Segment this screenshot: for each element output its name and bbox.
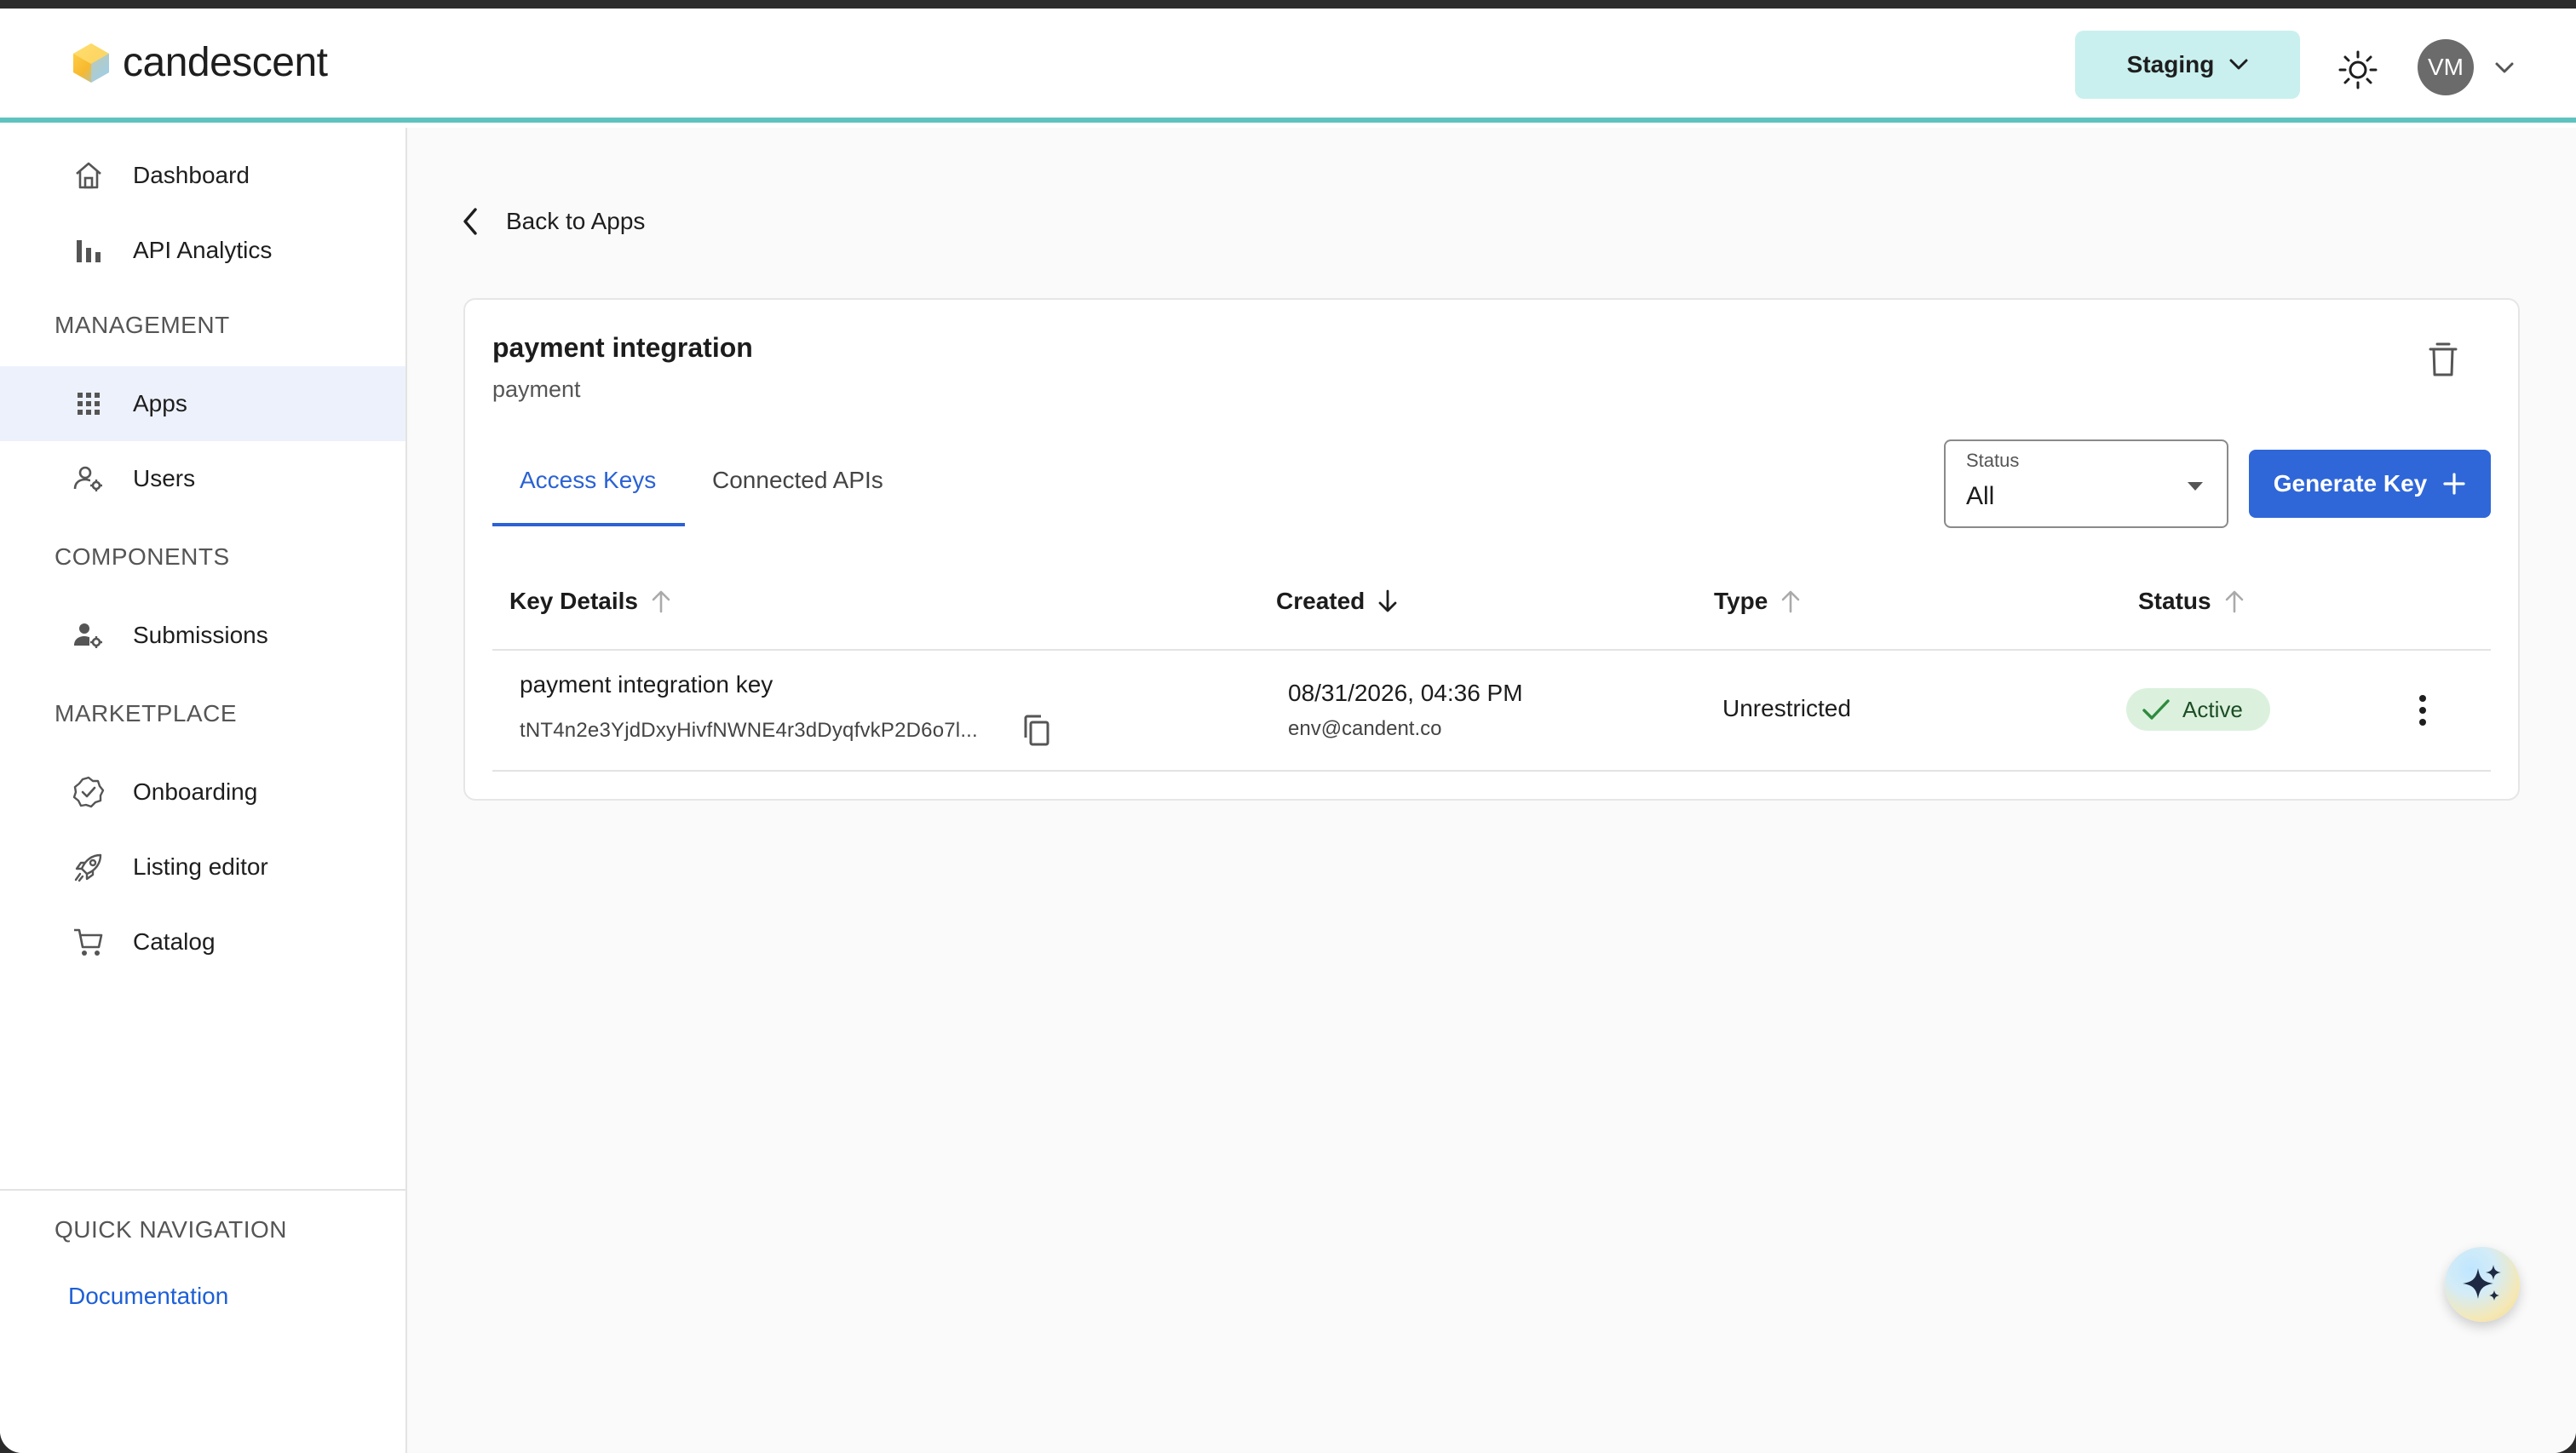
sidebar-divider xyxy=(0,1189,405,1191)
cart-icon xyxy=(74,928,103,956)
app-title: payment integration xyxy=(492,332,753,363)
sidebar-item-api-analytics[interactable]: API Analytics xyxy=(0,213,405,288)
column-header-key-details[interactable]: Key Details xyxy=(509,588,672,615)
plus-icon xyxy=(2443,473,2465,495)
sun-icon[interactable] xyxy=(2337,49,2378,90)
status-filter-select[interactable]: Status All xyxy=(1944,439,2228,528)
column-header-created[interactable]: Created xyxy=(1276,588,1399,615)
brand-name: candescent xyxy=(123,40,328,85)
sidebar-item-label: API Analytics xyxy=(133,237,273,263)
sidebar-item-label: Listing editor xyxy=(133,853,268,880)
sort-arrow-down-icon xyxy=(1378,589,1397,612)
sidebar-item-catalog[interactable]: Catalog xyxy=(0,905,405,979)
section-label-management: MANAGEMENT xyxy=(55,312,230,338)
sidebar-item-apps[interactable]: Apps xyxy=(0,366,405,441)
user-avatar[interactable]: VM xyxy=(2418,39,2474,95)
section-label-components: COMPONENTS xyxy=(55,543,230,570)
caret-down-icon xyxy=(2188,482,2203,491)
app-details-card: payment integration payment Access Keys … xyxy=(463,298,2520,801)
sort-arrow-up-icon xyxy=(2225,590,2243,613)
status-badge: Active xyxy=(2126,688,2270,731)
chevron-down-icon xyxy=(2229,59,2248,70)
sidebar-item-dashboard[interactable]: Dashboard xyxy=(0,138,405,213)
tab-access-keys[interactable]: Access Keys xyxy=(520,467,656,494)
sidebar-item-onboarding[interactable]: Onboarding xyxy=(0,755,405,830)
column-header-label: Type xyxy=(1714,588,1768,614)
environment-dropdown[interactable]: Staging xyxy=(2075,31,2300,99)
chevron-left-icon xyxy=(463,208,477,235)
documentation-link[interactable]: Documentation xyxy=(68,1283,228,1310)
bar-chart-icon xyxy=(77,240,101,262)
sort-arrow-up-icon xyxy=(1781,590,1800,613)
sidebar: Dashboard API Analytics MANAGEMENT Apps xyxy=(0,128,407,1453)
user-gear-icon xyxy=(74,623,102,648)
key-type: Unrestricted xyxy=(1722,695,1851,721)
table-row-divider xyxy=(492,770,2491,772)
status-badge-label: Active xyxy=(2182,696,2243,722)
sidebar-item-label: Catalog xyxy=(133,928,216,955)
key-name: payment integration key xyxy=(520,671,773,698)
sidebar-item-label: Dashboard xyxy=(133,162,250,188)
key-token: tNT4n2e3YjdDxyHivfNWNE4r3dDyqfvkP2D6o7l.… xyxy=(520,719,978,742)
top-header: candescent Staging VM xyxy=(0,9,2576,123)
created-by: env@candent.co xyxy=(1288,717,1442,740)
column-header-type[interactable]: Type xyxy=(1714,588,1802,615)
sparkle-icon xyxy=(2463,1265,2501,1301)
environment-label: Staging xyxy=(2126,51,2215,78)
generate-key-button[interactable]: Generate Key xyxy=(2249,450,2491,518)
grid-icon xyxy=(78,393,100,415)
app-window: candescent Staging VM Dashboard API Anal… xyxy=(0,9,2576,1453)
active-tab-indicator xyxy=(492,523,685,526)
generate-key-label: Generate Key xyxy=(2273,470,2428,497)
avatar-initials: VM xyxy=(2428,54,2464,80)
trash-icon[interactable] xyxy=(2426,341,2460,378)
sidebar-item-label: Users xyxy=(133,465,196,491)
column-header-label: Key Details xyxy=(509,588,638,614)
table-header-divider xyxy=(492,649,2491,651)
sidebar-item-submissions[interactable]: Submissions xyxy=(0,598,405,673)
chevron-down-icon[interactable] xyxy=(2493,58,2516,77)
sidebar-item-users[interactable]: Users xyxy=(0,441,405,516)
app-subtitle: payment xyxy=(492,376,581,402)
main-content: Back to Apps payment integration payment… xyxy=(407,128,2576,1453)
more-options-icon[interactable] xyxy=(2418,693,2428,727)
sidebar-item-label: Submissions xyxy=(133,622,268,648)
sort-arrow-up-icon xyxy=(652,590,670,613)
brand-logo[interactable]: candescent xyxy=(72,39,328,86)
verified-badge-icon xyxy=(72,776,105,808)
section-label-quick-navigation: QUICK NAVIGATION xyxy=(55,1216,287,1243)
check-icon xyxy=(2142,699,2170,720)
ai-assistant-button[interactable] xyxy=(2445,1247,2520,1322)
column-header-label: Created xyxy=(1276,588,1366,614)
user-settings-icon xyxy=(73,466,102,491)
sidebar-item-label: Apps xyxy=(133,390,187,416)
status-filter-value: All xyxy=(1966,482,1995,510)
logo-hexagon-icon xyxy=(73,43,109,83)
copy-icon[interactable] xyxy=(1021,714,1051,748)
column-header-status[interactable]: Status xyxy=(2138,588,2245,615)
section-label-marketplace: MARKETPLACE xyxy=(55,700,237,726)
sidebar-item-label: Onboarding xyxy=(133,778,258,805)
column-header-label: Status xyxy=(2138,588,2211,614)
status-filter-label: Status xyxy=(1966,450,2020,471)
home-icon xyxy=(76,162,101,189)
back-label: Back to Apps xyxy=(506,208,646,234)
back-to-apps-link[interactable]: Back to Apps xyxy=(460,206,645,237)
tab-connected-apis[interactable]: Connected APIs xyxy=(712,467,883,494)
rocket-icon xyxy=(74,853,102,882)
sidebar-item-listing-editor[interactable]: Listing editor xyxy=(0,830,405,905)
created-date: 08/31/2026, 04:36 PM xyxy=(1288,680,1523,706)
